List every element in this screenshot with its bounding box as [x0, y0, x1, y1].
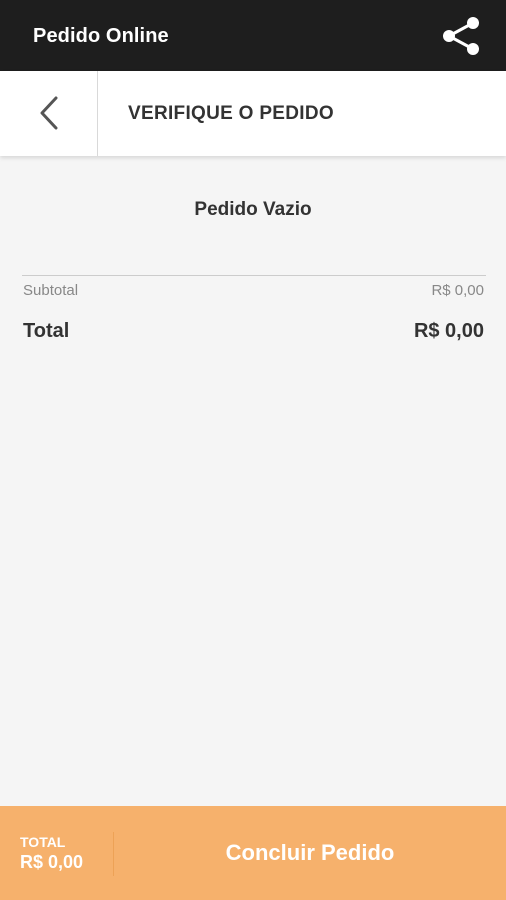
back-button[interactable]: [0, 71, 98, 156]
app-bar: Pedido Online: [0, 0, 506, 71]
total-value: R$ 0,00: [413, 320, 484, 342]
finish-order-button[interactable]: Concluir Pedido: [114, 806, 506, 900]
footer-total-value: R$ 0,00: [20, 852, 84, 872]
footer-total-label: TOTAL: [20, 834, 66, 850]
total-label: Total: [23, 320, 70, 342]
page-title: VERIFIQUE O PEDIDO: [128, 103, 334, 124]
app-title: Pedido Online: [33, 25, 169, 47]
empty-order-message: Pedido Vazio: [194, 199, 312, 220]
total-row: Total R$ 0,00: [23, 320, 484, 343]
chevron-left-icon: [40, 96, 58, 130]
share-icon[interactable]: [440, 14, 484, 58]
page-header: VERIFIQUE O PEDIDO: [0, 71, 506, 156]
divider: [22, 275, 486, 276]
subtotal-label: Subtotal: [23, 282, 79, 299]
subtotal-value: R$ 0,00: [431, 282, 484, 299]
subtotal-row: Subtotal R$ 0,00: [23, 282, 484, 299]
order-summary: Pedido Vazio Subtotal R$ 0,00 Total R$ 0…: [0, 156, 506, 806]
checkout-bar: TOTAL R$ 0,00 Concluir Pedido: [0, 806, 506, 900]
